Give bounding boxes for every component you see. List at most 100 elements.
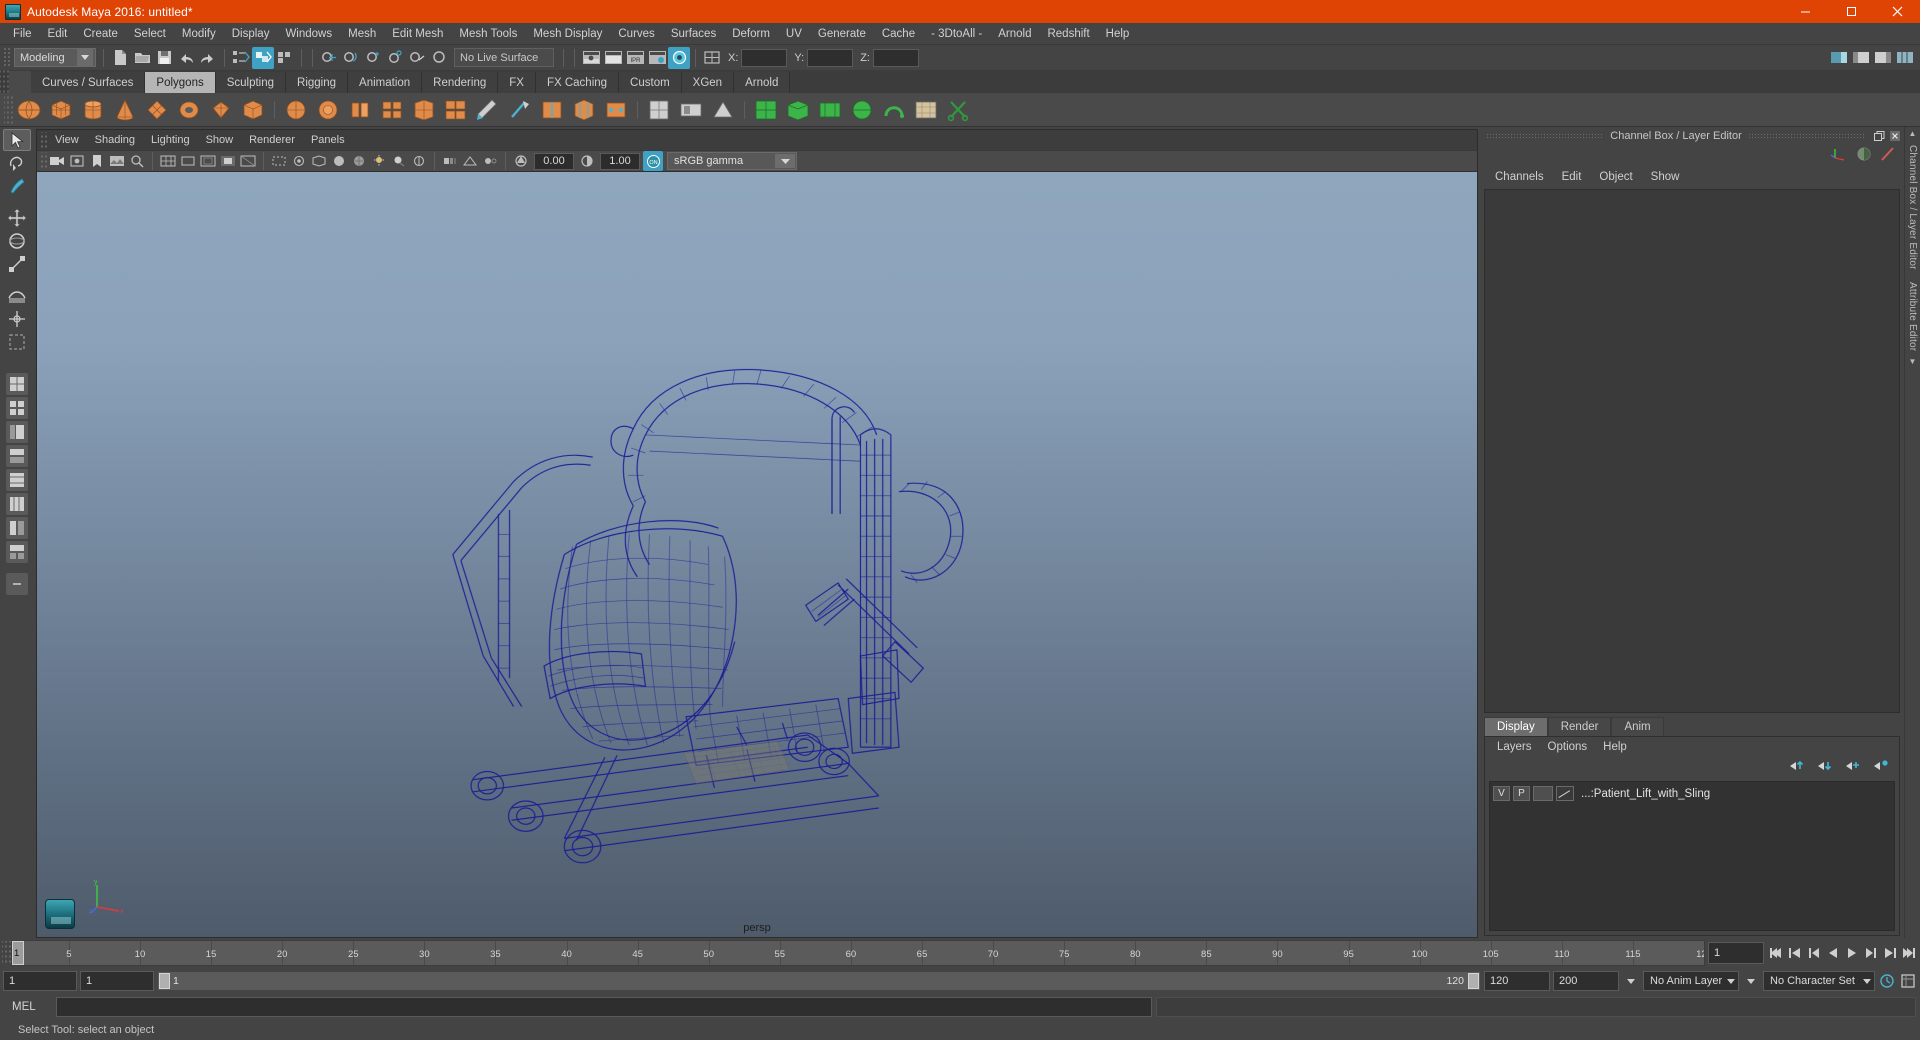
smooth-shade-icon[interactable] [329,151,349,171]
move-layer-up-icon[interactable] [1789,759,1805,777]
color-management-toggle-icon[interactable]: ON [643,151,663,171]
move-tool-icon[interactable] [3,207,31,229]
minimize-icon[interactable] [1782,0,1828,23]
menu-arnold[interactable]: Arnold [990,23,1039,45]
snap-to-curve-icon[interactable] [340,47,362,69]
anim-layer-menu-icon[interactable] [1742,970,1760,992]
gamma-value[interactable]: 1.00 [600,152,640,170]
scale-tool-icon[interactable] [3,253,31,275]
append-polygon-icon[interactable] [472,94,504,126]
channel-box-menu-edit[interactable]: Edit [1553,167,1591,187]
shelf-tab-fx-caching[interactable]: FX Caching [535,72,620,93]
poly-green-box-2-icon[interactable] [782,94,814,126]
poly-green-box-1-icon[interactable] [750,94,782,126]
screen-space-ao-icon[interactable] [409,151,429,171]
layer-editor-menu-help[interactable]: Help [1595,737,1635,757]
resolution-gate-icon[interactable] [198,151,218,171]
poly-green-swirl-icon[interactable] [878,94,910,126]
range-start-time-field[interactable]: 1 [80,971,154,991]
toggle-hypershade-icon[interactable] [668,46,690,69]
shelf-tab-custom[interactable]: Custom [619,72,682,93]
four-view-layout-icon[interactable] [6,397,28,419]
target-weld-icon[interactable] [600,94,632,126]
shelf-tab-xgen[interactable]: XGen [681,72,735,93]
layer-row[interactable]: V P ...:Patient_Lift_with_Sling [1490,784,1894,803]
layer-playback-toggle[interactable]: P [1513,786,1530,801]
polygon-torus-icon[interactable] [173,94,205,126]
viewport-menu-renderer[interactable]: Renderer [241,130,303,150]
polygon-prism-icon[interactable] [205,94,237,126]
anim-layer-select[interactable]: No Anim Layer [1643,971,1739,991]
select-tool-icon[interactable] [3,129,31,151]
poly-scissors-icon[interactable] [942,94,974,126]
menu-help[interactable]: Help [1098,23,1138,45]
side-tab-attribute-editor[interactable]: Attribute Editor [1907,282,1918,351]
shelf-tab-arnold[interactable]: Arnold [734,72,791,93]
gamma-icon[interactable] [577,151,597,171]
polygon-cylinder-icon[interactable] [77,94,109,126]
snap-to-projected-center-icon[interactable] [384,47,406,69]
deformer-icon[interactable] [1880,146,1896,167]
select-by-hierarchy-icon[interactable] [230,47,252,69]
ipr-render-icon[interactable]: IPR [624,47,646,69]
channel-box-menu-show[interactable]: Show [1642,167,1689,187]
toggle-channel-box-icon[interactable] [1872,47,1894,69]
layer-type-toggle[interactable] [1533,786,1553,801]
show-manipulator-tool-icon[interactable] [3,308,31,330]
exposure-icon[interactable] [511,151,531,171]
shadows-icon[interactable] [389,151,409,171]
animation-end-time-field[interactable]: 200 [1553,971,1619,991]
more-layouts-icon[interactable] [6,573,28,595]
auto-keyframe-icon[interactable] [1878,970,1896,992]
step-back-frame-icon[interactable] [1805,942,1823,964]
menu-set-selector[interactable]: Modeling [14,48,96,67]
scroll-down-icon[interactable]: ▼ [1909,357,1917,367]
coord-x-input[interactable] [741,48,788,67]
channel-box-menu-channels[interactable]: Channels [1486,167,1553,187]
shelf-grip[interactable] [0,70,9,93]
layer-list[interactable]: V P ...:Patient_Lift_with_Sling [1489,781,1895,931]
playback-options-icon[interactable] [1622,970,1640,992]
play-backwards-icon[interactable] [1824,942,1842,964]
layer-visibility-toggle[interactable]: V [1493,786,1510,801]
shelf-tab-curves-surfaces[interactable]: Curves / Surfaces [31,72,146,93]
viewport-canvas[interactable]: y x z persp [37,172,1477,937]
isolate-select-icon[interactable] [269,151,289,171]
menu-edit-mesh[interactable]: Edit Mesh [384,23,451,45]
shelf-tab-fx[interactable]: FX [498,72,536,93]
depth-of-field-icon[interactable] [480,151,500,171]
new-layer-icon[interactable] [1845,759,1861,777]
time-slider-track[interactable]: 1 5 10 15 20 25 30 35 40 45 50 55 60 65 70 75 80 85 90 95 1… [11,940,1705,966]
animation-start-time-field[interactable]: 1 [3,971,77,991]
command-language-label[interactable]: MEL [4,1001,52,1013]
menu-surfaces[interactable]: Surfaces [663,23,724,45]
shelf-tab-animation[interactable]: Animation [348,72,423,93]
two-pane-layout-icon[interactable] [6,517,28,539]
polygon-pyramid-icon[interactable] [237,94,269,126]
show-hide-editors-icon[interactable] [701,47,723,69]
menu-generate[interactable]: Generate [810,23,874,45]
menu-curves[interactable]: Curves [610,23,662,45]
polygon-cube-icon[interactable] [45,94,77,126]
menu-uv[interactable]: UV [778,23,810,45]
tab-display[interactable]: Display [1484,717,1548,736]
tab-render[interactable]: Render [1547,717,1612,736]
menu-mesh-tools[interactable]: Mesh Tools [451,23,525,45]
new-scene-icon[interactable] [109,47,131,69]
menu-windows[interactable]: Windows [277,23,340,45]
select-by-object-type-icon[interactable] [252,46,274,69]
coord-y-input[interactable] [807,48,854,67]
film-gate-icon[interactable] [178,151,198,171]
viewport-menu-show[interactable]: Show [198,130,242,150]
side-tab-channel-box[interactable]: Channel Box / Layer Editor [1907,145,1918,270]
open-scene-icon[interactable] [131,47,153,69]
drag-handle[interactable] [1486,132,1605,140]
time-slider-grip[interactable] [2,941,11,965]
transform-axes-icon[interactable] [1830,146,1848,167]
persp-uv-layout-icon[interactable] [6,493,28,515]
shelf-tab-rigging[interactable]: Rigging [286,72,349,93]
maximize-icon[interactable] [1828,0,1874,23]
menu-deform[interactable]: Deform [724,23,778,45]
outliner-persp-layout-icon[interactable] [6,421,28,443]
sidebar-panels-icon[interactable] [1894,47,1916,69]
